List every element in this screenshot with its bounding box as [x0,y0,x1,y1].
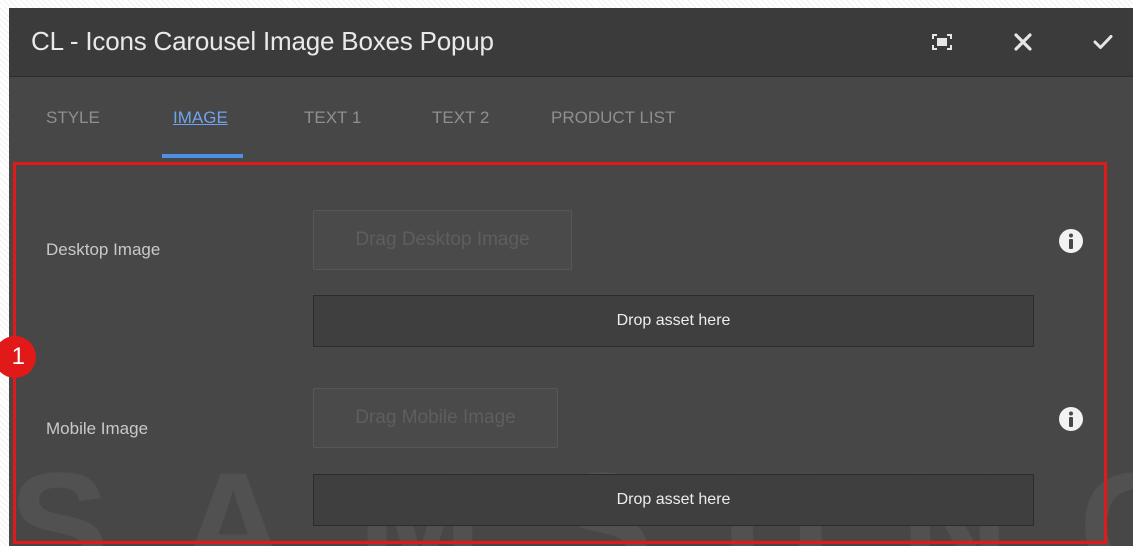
image-tab-panel: SAMSUNG Desktop Image Drag Desktop Image… [9,160,1133,546]
close-button[interactable] [1006,25,1040,59]
tab-text-1[interactable]: TEXT 1 [304,108,361,160]
desktop-image-dropzone[interactable]: Drop asset here [313,295,1034,347]
dialog: CL - Icons Carousel Image Boxes Popup ST… [9,8,1133,546]
done-button[interactable] [1086,25,1120,59]
desktop-image-label: Desktop Image [46,240,161,259]
tab-bar: STYLE IMAGE TEXT 1 TEXT 2 PRODUCT LIST [9,78,1133,160]
fullscreen-icon [932,34,952,50]
close-icon [1014,33,1032,51]
mobile-image-dropzone[interactable]: Drop asset here [313,474,1034,526]
checkmark-icon [1093,35,1113,49]
tab-product-list[interactable]: PRODUCT LIST [551,108,675,160]
tab-style[interactable]: STYLE [46,108,100,160]
active-tab-indicator [162,154,243,158]
dialog-titlebar: CL - Icons Carousel Image Boxes Popup [9,8,1133,77]
info-icon[interactable] [1058,406,1084,432]
fullscreen-button[interactable] [925,25,959,59]
mobile-image-label: Mobile Image [46,419,149,438]
info-icon[interactable] [1058,228,1084,254]
tab-text-2[interactable]: TEXT 2 [432,108,489,160]
tab-image[interactable]: IMAGE [173,108,228,160]
dialog-title: CL - Icons Carousel Image Boxes Popup [31,26,494,56]
drag-desktop-image-button[interactable]: Drag Desktop Image [313,210,572,270]
drag-mobile-image-button[interactable]: Drag Mobile Image [313,388,558,448]
